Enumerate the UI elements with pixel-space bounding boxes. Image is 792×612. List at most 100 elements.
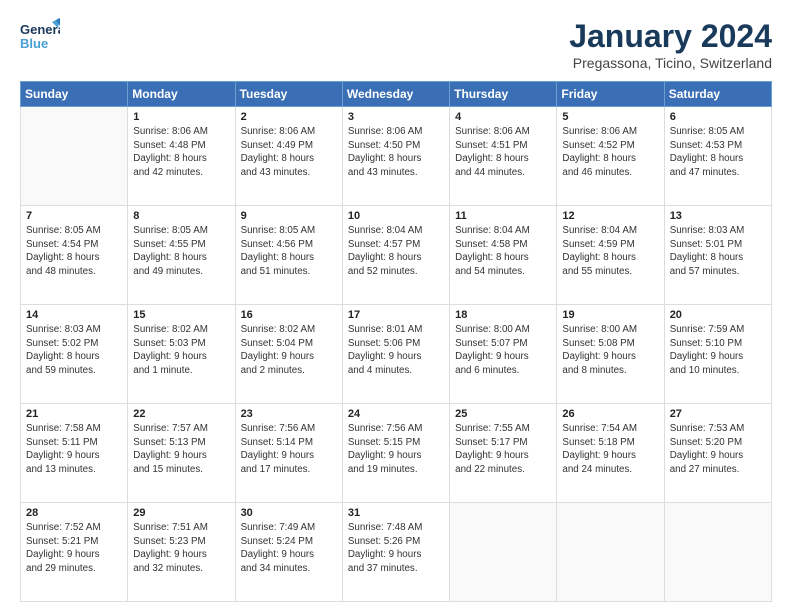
day-number: 16 (241, 309, 337, 321)
day-number: 19 (562, 309, 658, 321)
main-title: January 2024 (569, 18, 772, 55)
day-header-thursday: Thursday (450, 82, 557, 107)
week-row-2: 7 Sunrise: 8:05 AMSunset: 4:54 PMDaylight… (21, 206, 772, 305)
calendar-cell: 8Sunrise: 8:05 AMSunset: 4:55 PMDaylight… (128, 206, 235, 305)
calendar-cell (450, 503, 557, 602)
day-number: 3 (348, 111, 444, 123)
week-row-4: 21Sunrise: 7:58 AMSunset: 5:11 PMDayligh… (21, 404, 772, 503)
calendar-cell: 16 Sunrise: 8:02 AMSunset: 5:04 PMDayligh… (235, 305, 342, 404)
calendar-cell: 12Sunrise: 8:04 AMSunset: 4:59 PMDayligh… (557, 206, 664, 305)
day-number: 7 (26, 210, 122, 222)
day-number: 23 (241, 408, 337, 420)
calendar-cell: 2 Sunrise: 8:06 AMSunset: 4:49 PMDaylight… (235, 107, 342, 206)
day-number: 24 (348, 408, 444, 420)
calendar-cell: 18Sunrise: 8:00 AMSunset: 5:07 PMDayligh… (450, 305, 557, 404)
calendar-cell: 11 Sunrise: 8:04 AMSunset: 4:58 PMDayligh… (450, 206, 557, 305)
day-info: Sunrise: 7:57 AMSunset: 5:13 PMDaylight:… (133, 422, 229, 477)
day-number: 20 (670, 309, 766, 321)
calendar-cell: 6 Sunrise: 8:05 AMSunset: 4:53 PMDaylight… (664, 107, 771, 206)
day-number: 25 (455, 408, 551, 420)
day-info: Sunrise: 7:56 AMSunset: 5:14 PMDaylight:… (241, 422, 337, 477)
calendar-cell: 30 Sunrise: 7:49 AMSunset: 5:24 PMDayligh… (235, 503, 342, 602)
day-info: Sunrise: 7:52 AMSunset: 5:21 PMDaylight:… (26, 521, 122, 576)
logo: General Blue (20, 18, 60, 54)
calendar-cell: 20 Sunrise: 7:59 AMSunset: 5:10 PMDayligh… (664, 305, 771, 404)
calendar-cell: 5Sunrise: 8:06 AMSunset: 4:52 PMDaylight… (557, 107, 664, 206)
day-info: Sunrise: 8:03 AMSunset: 5:02 PMDaylight:… (26, 323, 122, 378)
day-info: Sunrise: 8:05 AMSunset: 4:56 PMDaylight:… (241, 224, 337, 279)
day-info: Sunrise: 8:04 AMSunset: 4:58 PMDaylight:… (455, 224, 551, 279)
day-header-sunday: Sunday (21, 82, 128, 107)
calendar-cell: 14 Sunrise: 8:03 AMSunset: 5:02 PMDayligh… (21, 305, 128, 404)
header: General Blue January 2024 Pregassona, Ti… (20, 18, 772, 71)
calendar-cell: 29 Sunrise: 7:51 AMSunset: 5:23 PMDayligh… (128, 503, 235, 602)
calendar-cell: 19 Sunrise: 8:00 AMSunset: 5:08 PMDayligh… (557, 305, 664, 404)
day-number: 31 (348, 507, 444, 519)
day-number: 22 (133, 408, 229, 420)
svg-text:Blue: Blue (20, 36, 48, 51)
calendar-cell: 31Sunrise: 7:48 AMSunset: 5:26 PMDayligh… (342, 503, 449, 602)
calendar-cell: 27Sunrise: 7:53 AMSunset: 5:20 PMDayligh… (664, 404, 771, 503)
calendar-cell (664, 503, 771, 602)
day-info: Sunrise: 7:51 AMSunset: 5:23 PMDaylight:… (133, 521, 229, 576)
day-number: 12 (562, 210, 658, 222)
subtitle: Pregassona, Ticino, Switzerland (569, 55, 772, 71)
day-number: 11 (455, 210, 551, 222)
calendar-header: SundayMondayTuesdayWednesdayThursdayFrid… (21, 82, 772, 107)
day-number: 4 (455, 111, 551, 123)
calendar: SundayMondayTuesdayWednesdayThursdayFrid… (20, 81, 772, 602)
calendar-cell: 13Sunrise: 8:03 AMSunset: 5:01 PMDayligh… (664, 206, 771, 305)
calendar-cell: 17 Sunrise: 8:01 AMSunset: 5:06 PMDayligh… (342, 305, 449, 404)
day-info: Sunrise: 8:05 AMSunset: 4:53 PMDaylight:… (670, 125, 766, 180)
day-number: 6 (670, 111, 766, 123)
day-info: Sunrise: 8:02 AMSunset: 5:04 PMDaylight:… (241, 323, 337, 378)
calendar-cell: 26 Sunrise: 7:54 AMSunset: 5:18 PMDayligh… (557, 404, 664, 503)
svg-text:General: General (20, 22, 60, 37)
day-info: Sunrise: 8:00 AMSunset: 5:08 PMDaylight:… (562, 323, 658, 378)
day-info: Sunrise: 7:56 AMSunset: 5:15 PMDaylight:… (348, 422, 444, 477)
day-number: 30 (241, 507, 337, 519)
calendar-cell: 9 Sunrise: 8:05 AMSunset: 4:56 PMDaylight… (235, 206, 342, 305)
day-number: 14 (26, 309, 122, 321)
day-number: 26 (562, 408, 658, 420)
day-number: 8 (133, 210, 229, 222)
calendar-cell: 3 Sunrise: 8:06 AMSunset: 4:50 PMDaylight… (342, 107, 449, 206)
week-row-5: 28 Sunrise: 7:52 AMSunset: 5:21 PMDayligh… (21, 503, 772, 602)
calendar-cell: 23 Sunrise: 7:56 AMSunset: 5:14 PMDayligh… (235, 404, 342, 503)
calendar-cell (21, 107, 128, 206)
day-info: Sunrise: 8:05 AMSunset: 4:54 PMDaylight:… (26, 224, 122, 279)
day-info: Sunrise: 7:54 AMSunset: 5:18 PMDaylight:… (562, 422, 658, 477)
calendar-body: 1Sunrise: 8:06 AMSunset: 4:48 PMDaylight… (21, 107, 772, 602)
day-info: Sunrise: 8:06 AMSunset: 4:48 PMDaylight:… (133, 125, 229, 180)
day-number: 18 (455, 309, 551, 321)
day-info: Sunrise: 8:06 AMSunset: 4:49 PMDaylight:… (241, 125, 337, 180)
day-info: Sunrise: 7:58 AMSunset: 5:11 PMDaylight:… (26, 422, 122, 477)
day-number: 28 (26, 507, 122, 519)
calendar-cell: 10Sunrise: 8:04 AMSunset: 4:57 PMDayligh… (342, 206, 449, 305)
calendar-cell: 1Sunrise: 8:06 AMSunset: 4:48 PMDaylight… (128, 107, 235, 206)
week-row-3: 14 Sunrise: 8:03 AMSunset: 5:02 PMDayligh… (21, 305, 772, 404)
day-number: 27 (670, 408, 766, 420)
day-info: Sunrise: 8:06 AMSunset: 4:50 PMDaylight:… (348, 125, 444, 180)
day-number: 15 (133, 309, 229, 321)
day-info: Sunrise: 8:02 AMSunset: 5:03 PMDaylight:… (133, 323, 229, 378)
day-info: Sunrise: 8:01 AMSunset: 5:06 PMDaylight:… (348, 323, 444, 378)
day-info: Sunrise: 8:04 AMSunset: 4:57 PMDaylight:… (348, 224, 444, 279)
day-number: 17 (348, 309, 444, 321)
day-header-tuesday: Tuesday (235, 82, 342, 107)
calendar-cell: 4Sunrise: 8:06 AMSunset: 4:51 PMDaylight… (450, 107, 557, 206)
title-block: January 2024 Pregassona, Ticino, Switzer… (569, 18, 772, 71)
day-number: 9 (241, 210, 337, 222)
calendar-cell: 22 Sunrise: 7:57 AMSunset: 5:13 PMDayligh… (128, 404, 235, 503)
calendar-cell: 28 Sunrise: 7:52 AMSunset: 5:21 PMDayligh… (21, 503, 128, 602)
day-info: Sunrise: 7:49 AMSunset: 5:24 PMDaylight:… (241, 521, 337, 576)
calendar-cell (557, 503, 664, 602)
day-info: Sunrise: 7:59 AMSunset: 5:10 PMDaylight:… (670, 323, 766, 378)
day-number: 2 (241, 111, 337, 123)
page: General Blue January 2024 Pregassona, Ti… (0, 0, 792, 612)
day-number: 5 (562, 111, 658, 123)
day-header-monday: Monday (128, 82, 235, 107)
day-number: 29 (133, 507, 229, 519)
calendar-cell: 24 Sunrise: 7:56 AMSunset: 5:15 PMDayligh… (342, 404, 449, 503)
day-info: Sunrise: 8:03 AMSunset: 5:01 PMDaylight:… (670, 224, 766, 279)
